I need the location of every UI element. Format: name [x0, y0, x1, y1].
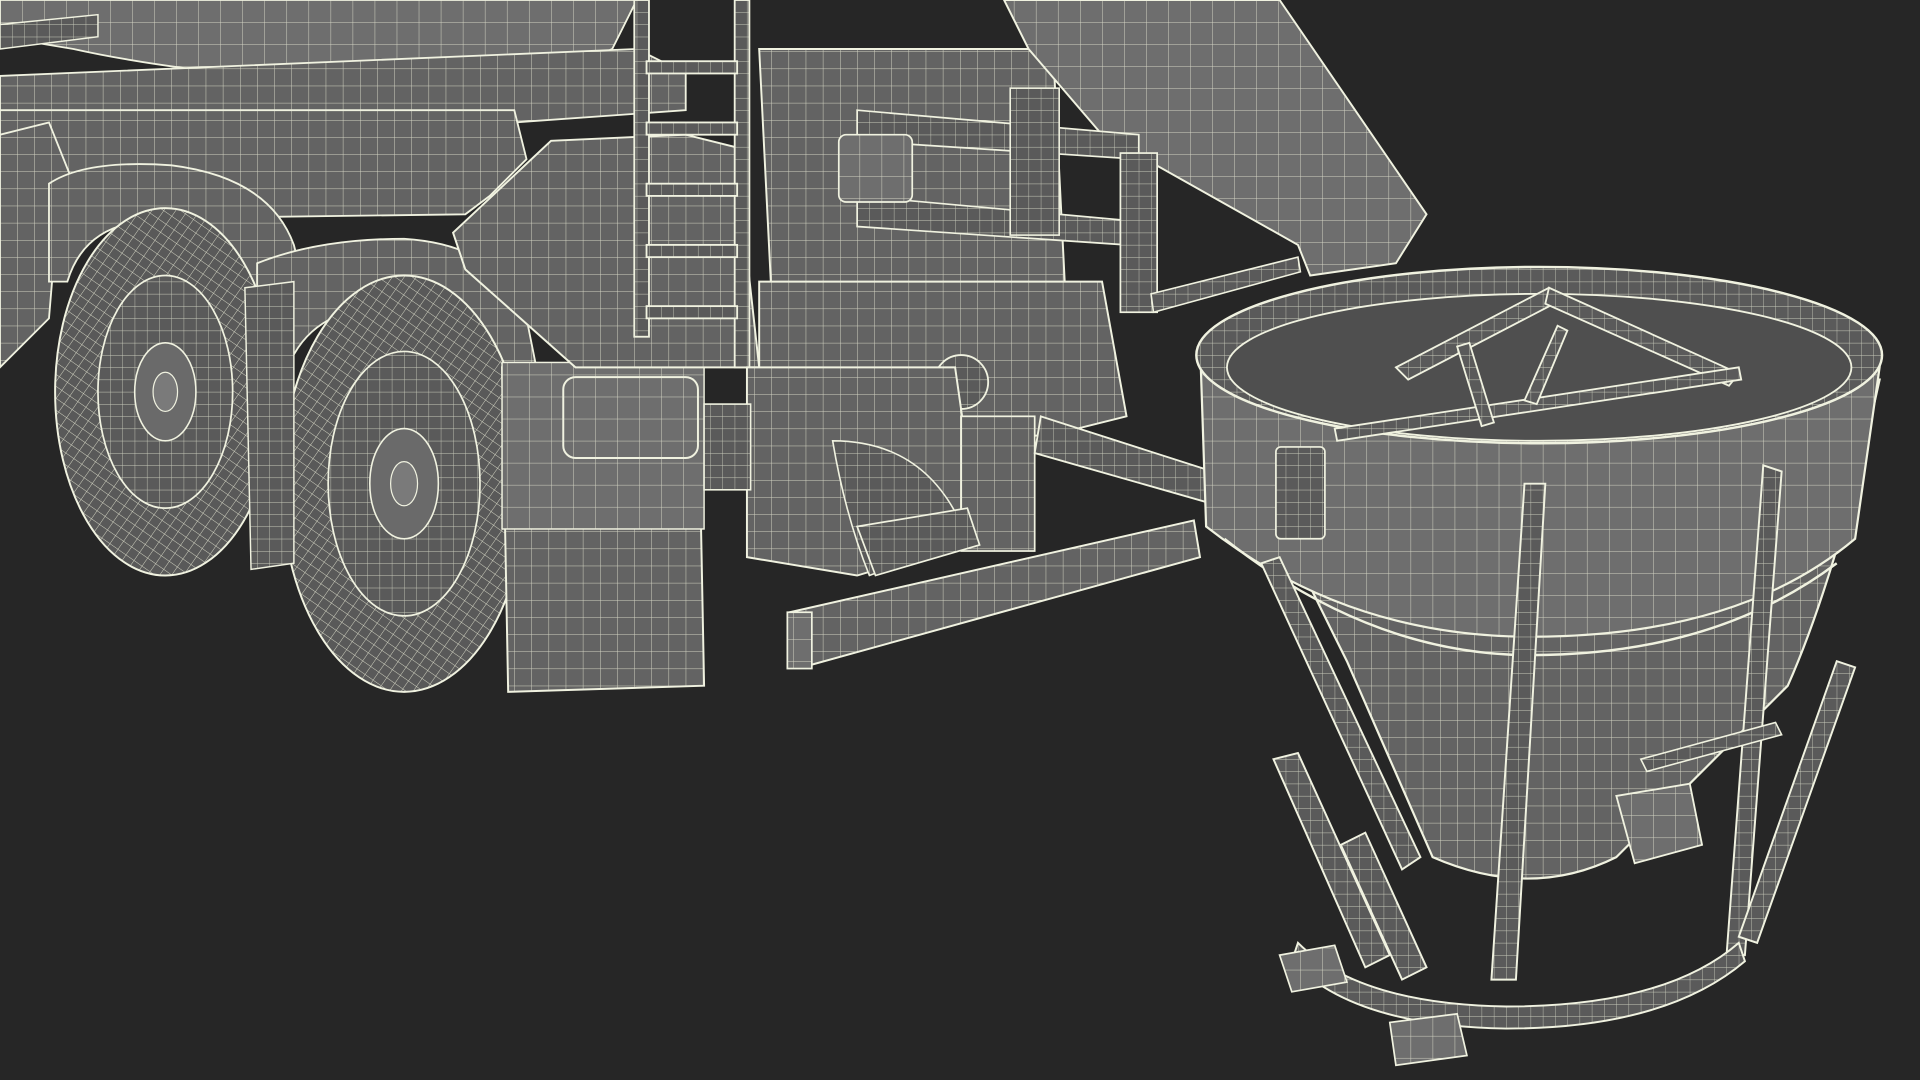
foot-right	[1388, 1012, 1468, 1067]
control-box	[837, 133, 914, 203]
frame-bracket	[703, 403, 752, 491]
hydraulic-cylinder	[1119, 152, 1158, 314]
wireframe-render	[0, 0, 1920, 1080]
arm-bracket	[1009, 87, 1060, 236]
bucket-latch	[1275, 446, 1326, 540]
wheel-well-panel	[244, 280, 295, 571]
carrier-arm-end-cap	[786, 611, 813, 670]
wheel-front	[54, 207, 277, 577]
wheel-rear	[280, 274, 528, 693]
tail-light	[562, 376, 699, 459]
render-viewport	[0, 0, 1920, 1080]
